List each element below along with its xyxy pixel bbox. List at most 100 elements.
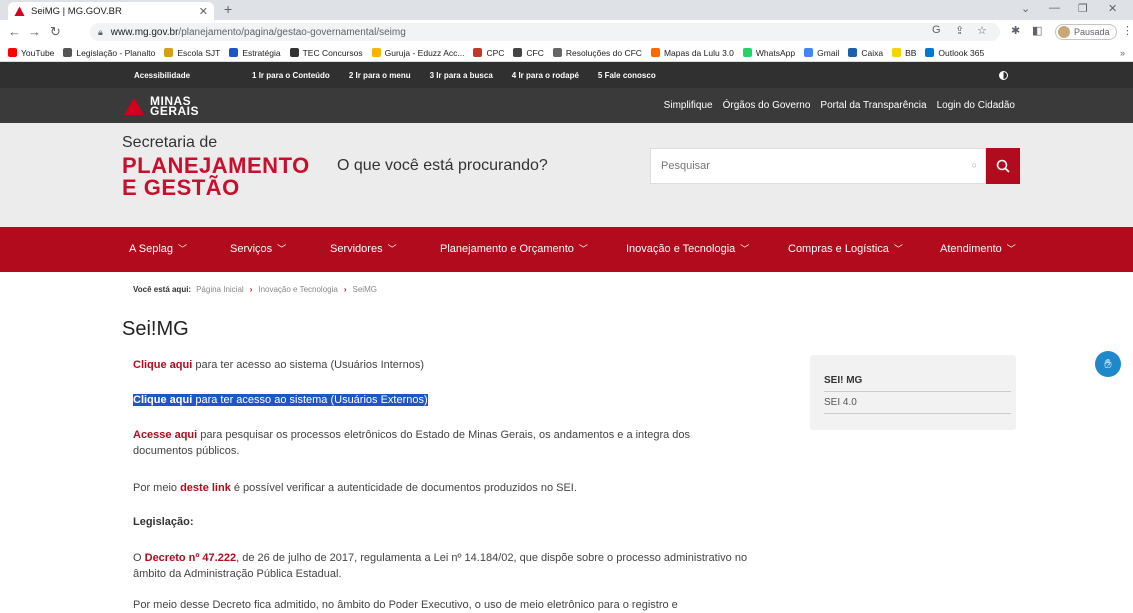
top-link[interactable]: Simplifique bbox=[664, 100, 713, 111]
restore-icon[interactable]: ❐ bbox=[1078, 2, 1088, 15]
skip-link[interactable]: 4 Ir para o rodapé bbox=[512, 71, 579, 80]
forward-icon[interactable]: → bbox=[28, 24, 41, 40]
bookmark-item[interactable]: Gmail bbox=[804, 48, 839, 58]
bookmark-label: CPC bbox=[486, 47, 505, 58]
external-access-link[interactable]: Clique aqui bbox=[133, 394, 192, 406]
paragraph-electronic-means: Por meio desse Decreto fica admitido, no… bbox=[133, 599, 678, 611]
close-window-icon[interactable]: ✕ bbox=[1108, 2, 1117, 15]
paragraph-external-access: Clique aqui para ter acesso ao sistema (… bbox=[133, 392, 753, 408]
paragraph-decree: O Decreto nº 47.222, de 26 de julho de 2… bbox=[133, 550, 753, 582]
logo-line2: GERAIS bbox=[150, 104, 200, 118]
minimize-icon[interactable]: — bbox=[1049, 2, 1060, 14]
decree-link[interactable]: Decreto nº 47.222 bbox=[145, 552, 236, 564]
sidebox-heading: SEI! MG bbox=[824, 375, 863, 386]
bookmark-label: Caixa bbox=[861, 47, 884, 58]
page-title: Sei!MG bbox=[122, 318, 189, 340]
bookmark-item[interactable]: BB bbox=[892, 48, 916, 58]
chevron-down-icon[interactable]: ⌄ bbox=[1021, 2, 1030, 15]
sidebox-version: SEI 4.0 bbox=[824, 397, 857, 408]
lock-icon: 🔒︎ bbox=[98, 26, 103, 37]
accessibility-links: Acessibilidade 1 Ir para o Conteúdo 2 Ir p… bbox=[134, 71, 675, 80]
chevron-down-icon: ﹀ bbox=[387, 244, 397, 254]
clear-search-icon[interactable]: ○ bbox=[972, 160, 977, 170]
breadcrumb-item[interactable]: Inovação e Tecnologia bbox=[258, 285, 337, 294]
chevron-down-icon: ﹀ bbox=[1006, 244, 1016, 254]
bookmark-item[interactable]: WhatsApp bbox=[742, 47, 796, 58]
bookmark-item[interactable]: CPC bbox=[473, 48, 504, 58]
bookmark-item[interactable]: Guruja - Eduzz Acc... bbox=[371, 48, 464, 58]
vlibras-accessibility-icon[interactable]: ✋︎ bbox=[1095, 351, 1121, 377]
internal-access-link[interactable]: Clique aqui bbox=[133, 359, 192, 371]
browser-tab-strip: SeiMG | MG.GOV.BR ✕ + ⌄ — ❐ ✕ bbox=[0, 0, 1133, 20]
profile-button[interactable]: Pausada bbox=[1055, 24, 1117, 40]
accessibility-link[interactable]: Acessibilidade bbox=[134, 71, 190, 80]
url-field[interactable]: 🔒︎ www.mg.gov.br/planejamento/pagina/ges… bbox=[90, 23, 1000, 41]
nav-item-servicos[interactable]: Serviços ﹀ bbox=[230, 242, 286, 255]
mg-favicon-icon bbox=[14, 6, 25, 16]
search-input[interactable]: Pesquisar ○ bbox=[650, 148, 986, 184]
bookmark-star-icon[interactable]: ☆ bbox=[977, 24, 987, 37]
google-icon[interactable]: G bbox=[932, 24, 941, 36]
search-button[interactable] bbox=[986, 148, 1020, 184]
bookmark-item[interactable]: Escola SJT bbox=[164, 48, 220, 58]
bookmark-favicon-icon bbox=[804, 48, 814, 57]
top-link[interactable]: Portal da Transparência bbox=[820, 100, 926, 111]
bookmark-item[interactable]: Estratégia bbox=[229, 48, 281, 58]
bookmark-item[interactable]: YouTube bbox=[8, 48, 54, 58]
nav-item-compras[interactable]: Compras e Logística ﹀ bbox=[788, 242, 903, 255]
side-panel-icon[interactable]: ◧ bbox=[1032, 24, 1042, 37]
paragraph-text: para pesquisar os processos eletrônicos … bbox=[133, 429, 691, 457]
chevron-down-icon: ﹀ bbox=[740, 244, 750, 254]
breadcrumb: Você está aqui: Página Inicial › Inovaçã… bbox=[133, 285, 377, 294]
nav-label: Servidores bbox=[330, 243, 383, 255]
bookmark-label: BB bbox=[905, 47, 917, 58]
bookmark-item[interactable]: Outlook 365 bbox=[925, 48, 984, 58]
browser-tab[interactable]: SeiMG | MG.GOV.BR ✕ bbox=[8, 2, 214, 20]
new-tab-icon[interactable]: + bbox=[224, 1, 232, 17]
breadcrumb-item[interactable]: Página Inicial bbox=[196, 285, 244, 294]
minas-gerais-logo[interactable]: MINAS GERAIS bbox=[124, 95, 200, 118]
bookmark-label: TEC Concursos bbox=[302, 47, 363, 58]
bookmark-favicon-icon bbox=[473, 48, 483, 57]
authenticity-link[interactable]: deste link bbox=[180, 482, 231, 494]
nav-item-inovacao[interactable]: Inovação e Tecnologia ﹀ bbox=[626, 242, 749, 255]
bookmark-label: CFC bbox=[526, 47, 544, 58]
header-secretaria: Secretaria de bbox=[122, 134, 218, 151]
search-processes-link[interactable]: Acesse aqui bbox=[133, 429, 197, 441]
reload-icon[interactable]: ↻ bbox=[50, 24, 61, 40]
top-link[interactable]: Órgãos do Governo bbox=[723, 100, 811, 111]
nav-label: Planejamento e Orçamento bbox=[440, 243, 574, 255]
skip-link[interactable]: 1 Ir para o Conteúdo bbox=[252, 71, 330, 80]
chevron-down-icon: ﹀ bbox=[277, 244, 287, 254]
skip-link[interactable]: 3 Ir para a busca bbox=[430, 71, 493, 80]
nav-item-seplag[interactable]: A Seplag ﹀ bbox=[129, 242, 187, 255]
nav-label: A Seplag bbox=[129, 243, 174, 255]
skip-link[interactable]: 2 Ir para o menu bbox=[349, 71, 411, 80]
paragraph-text: é possível verificar a autenticidade de … bbox=[230, 482, 577, 494]
chevron-down-icon: ﹀ bbox=[893, 244, 903, 254]
top-links: Simplifique Órgãos do Governo Portal da Tr… bbox=[654, 100, 1015, 111]
more-bookmarks-icon[interactable]: » bbox=[1120, 48, 1125, 58]
nav-item-atendimento[interactable]: Atendimento ﹀ bbox=[940, 242, 1016, 255]
divider bbox=[824, 391, 1011, 392]
contrast-icon[interactable] bbox=[999, 71, 1008, 80]
nav-item-servidores[interactable]: Servidores ﹀ bbox=[330, 242, 397, 255]
bookmark-item[interactable]: CFC bbox=[513, 47, 544, 58]
top-link[interactable]: Login do Cidadão bbox=[937, 100, 1015, 111]
bookmark-item[interactable]: TEC Concursos bbox=[289, 47, 363, 58]
bookmark-item[interactable]: Caixa bbox=[848, 48, 883, 58]
menu-kebab-icon[interactable]: ⋮ bbox=[1122, 24, 1133, 37]
bookmark-item[interactable]: Mapas da Lulu 3.0 bbox=[650, 48, 734, 58]
extensions-icon[interactable]: ✱ bbox=[1011, 24, 1020, 37]
close-tab-icon[interactable]: ✕ bbox=[199, 5, 208, 18]
selected-text: Clique aqui para ter acesso ao sistema (… bbox=[133, 394, 428, 406]
bookmark-label: WhatsApp bbox=[755, 47, 796, 58]
share-icon[interactable]: ⇪ bbox=[955, 24, 964, 37]
bookmark-favicon-icon bbox=[289, 48, 299, 57]
back-icon[interactable]: ← bbox=[8, 24, 21, 40]
avatar bbox=[1058, 26, 1070, 38]
skip-link[interactable]: 5 Fale conosco bbox=[598, 71, 656, 80]
nav-item-planejamento[interactable]: Planejamento e Orçamento ﹀ bbox=[440, 242, 588, 255]
bookmark-item[interactable]: Resoluções do CFC bbox=[552, 48, 642, 58]
bookmark-item[interactable]: Legislação - Planalto bbox=[63, 48, 155, 58]
